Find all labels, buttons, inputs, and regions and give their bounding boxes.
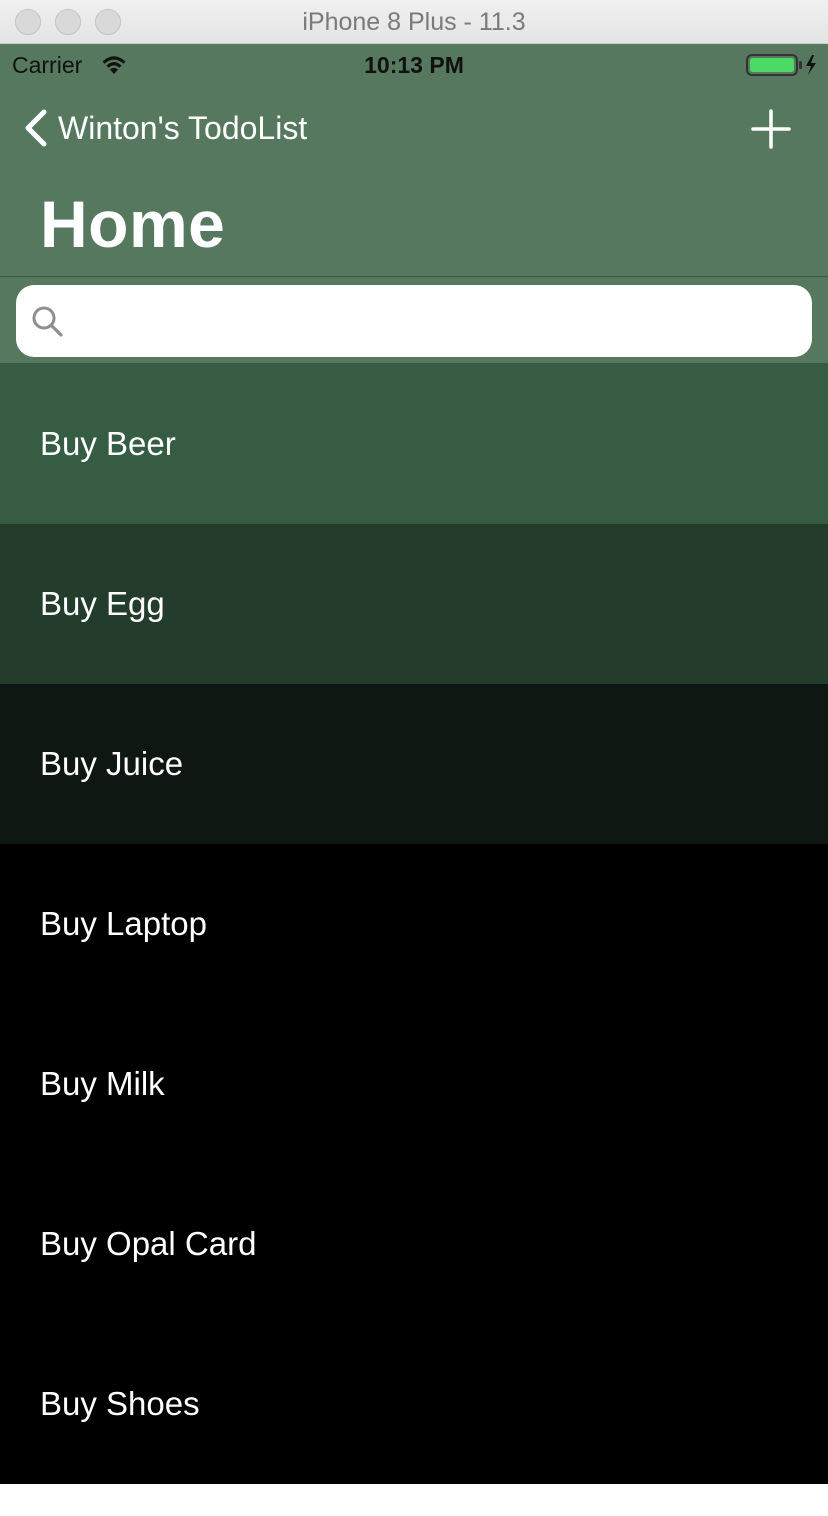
list-item-label: Buy Egg bbox=[40, 585, 165, 622]
device-screen: Carrier 10:13 PM Winton's TodoList Home … bbox=[0, 44, 828, 1484]
status-time: 10:13 PM bbox=[364, 52, 464, 78]
list-item[interactable]: Buy Shoes bbox=[0, 1324, 828, 1484]
battery-icon bbox=[746, 54, 816, 76]
chevron-left-icon bbox=[25, 109, 47, 147]
list-item-label: Buy Juice bbox=[40, 745, 184, 782]
list-item-label: Buy Beer bbox=[40, 425, 176, 462]
window-title: iPhone 8 Plus - 11.3 bbox=[302, 8, 526, 36]
status-bar: Carrier 10:13 PM bbox=[0, 44, 828, 84]
navigation-bar: Carrier 10:13 PM Winton's TodoList Home bbox=[0, 44, 828, 276]
list-item[interactable]: Buy Laptop bbox=[0, 844, 828, 1004]
list-item[interactable]: Buy Beer bbox=[0, 364, 828, 524]
search-input[interactable] bbox=[64, 285, 812, 357]
title-bar: iPhone 8 Plus - 11.3 bbox=[0, 0, 828, 44]
list-item[interactable]: Buy Milk bbox=[0, 1004, 828, 1164]
plus-icon[interactable] bbox=[750, 108, 792, 150]
simulator-window: iPhone 8 Plus - 11.3 Carrier 10:13 PM Wi… bbox=[0, 0, 828, 1516]
list-item-label: Buy Opal Card bbox=[40, 1225, 257, 1262]
list-item-label: Buy Shoes bbox=[40, 1385, 200, 1422]
search-icon bbox=[32, 306, 63, 337]
list-item-label: Buy Milk bbox=[40, 1065, 165, 1102]
search-field[interactable] bbox=[16, 285, 812, 357]
search-bar bbox=[0, 276, 828, 364]
page-title: Home bbox=[40, 187, 226, 261]
back-button-label: Winton's TodoList bbox=[58, 109, 308, 146]
back-button[interactable]: Winton's TodoList bbox=[22, 106, 307, 150]
list-item-label: Buy Laptop bbox=[40, 905, 207, 942]
list-item[interactable]: Buy Egg bbox=[0, 524, 828, 684]
list-item[interactable]: Buy Opal Card bbox=[0, 1164, 828, 1324]
list-item[interactable]: Buy Juice bbox=[0, 684, 828, 844]
todo-list: Buy Beer Buy Egg Buy Juice Buy Laptop Buy Mi… bbox=[0, 364, 828, 1484]
